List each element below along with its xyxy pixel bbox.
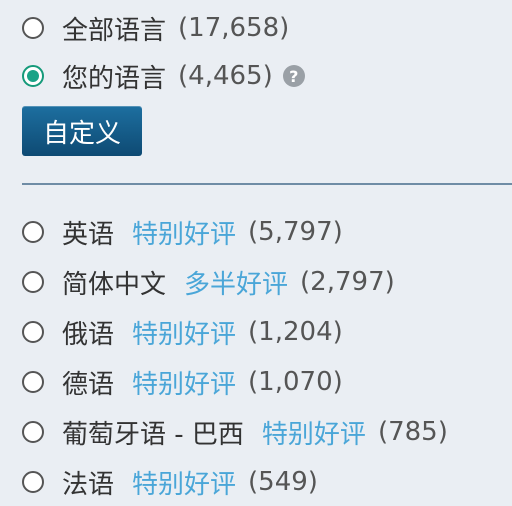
language-row[interactable]: 法语 特别好评 (549)	[22, 462, 318, 502]
language-name: 葡萄牙语 - 巴西	[62, 419, 244, 450]
language-row[interactable]: 俄语 特别好评 (1,204)	[22, 312, 343, 352]
language-row[interactable]: 简体中文 多半好评 (2,797)	[22, 262, 395, 302]
language-row[interactable]: 英语 特别好评 (5,797)	[22, 212, 343, 252]
review-rating: 特别好评	[132, 469, 237, 500]
divider	[22, 183, 512, 185]
review-count: (1,204)	[248, 317, 343, 347]
option-your-languages[interactable]: 您的语言 (4,465) ?	[22, 56, 305, 96]
language-name: 简体中文	[62, 269, 167, 300]
radio-button-all-languages[interactable]	[22, 17, 44, 39]
language-name: 德语	[62, 369, 115, 400]
radio-button[interactable]	[22, 271, 44, 293]
language-row[interactable]: 葡萄牙语 - 巴西 特别好评 (785)	[22, 412, 448, 452]
help-icon[interactable]: ?	[282, 65, 305, 87]
radio-button-your-languages[interactable]	[22, 65, 44, 87]
option-label: 全部语言	[62, 15, 167, 46]
language-name: 法语	[62, 469, 115, 500]
option-count: (17,658)	[178, 13, 290, 43]
review-rating: 特别好评	[132, 219, 237, 250]
review-count: (785)	[377, 417, 448, 447]
radio-button[interactable]	[22, 371, 44, 393]
option-all-languages[interactable]: 全部语言 (17,658)	[22, 8, 289, 48]
review-rating: 多半好评	[184, 269, 289, 300]
radio-button[interactable]	[22, 471, 44, 493]
radio-button[interactable]	[22, 321, 44, 343]
option-count: (4,465)	[178, 61, 273, 91]
language-name: 英语	[62, 219, 115, 250]
review-count: (5,797)	[248, 217, 343, 247]
review-count: (549)	[248, 467, 318, 497]
language-row[interactable]: 德语 特别好评 (1,070)	[22, 362, 343, 402]
option-label: 您的语言	[62, 63, 167, 94]
language-name: 俄语	[62, 319, 115, 350]
review-rating: 特别好评	[261, 419, 366, 450]
review-rating: 特别好评	[132, 369, 237, 400]
review-count: (2,797)	[300, 267, 395, 297]
customize-button[interactable]: 自定义	[22, 106, 142, 156]
review-count: (1,070)	[248, 367, 343, 397]
radio-button[interactable]	[22, 221, 44, 243]
radio-button[interactable]	[22, 421, 44, 443]
review-rating: 特别好评	[132, 319, 237, 350]
